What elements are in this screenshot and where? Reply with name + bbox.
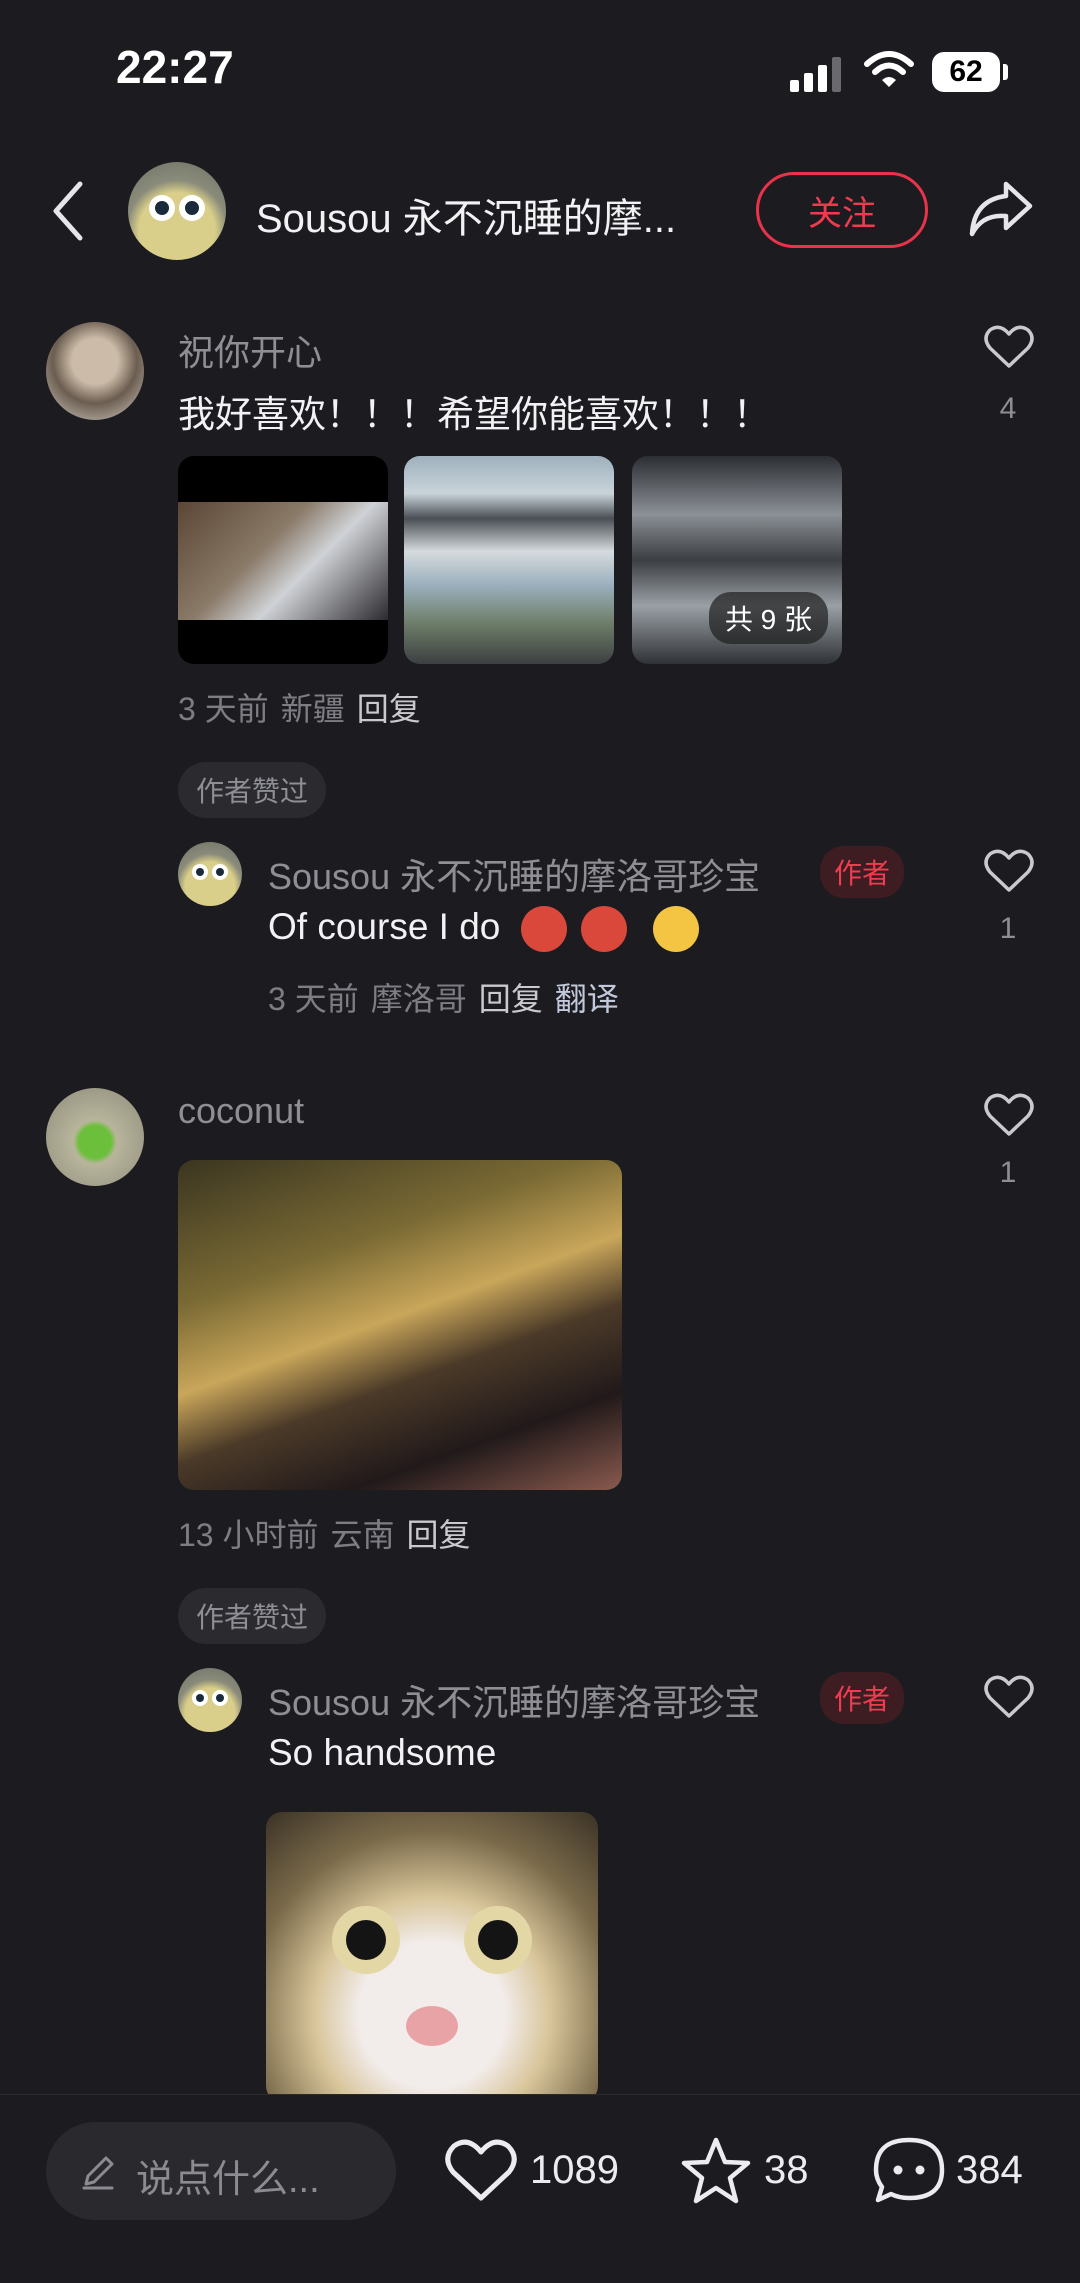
reply-time: 3 天前: [268, 981, 359, 1017]
comment-location: 云南: [330, 1517, 395, 1553]
follow-button[interactable]: 关注: [756, 172, 928, 248]
like-count: 4: [999, 392, 1017, 425]
author-avatar[interactable]: [178, 1668, 242, 1732]
like-count-total: 1089: [530, 2148, 619, 2192]
author-liked-badge: 作者赞过: [178, 762, 327, 818]
comment-time: 13 小时前: [178, 1517, 319, 1553]
comment-time: 3 天前: [178, 691, 269, 727]
heart-icon[interactable]: [984, 324, 1034, 370]
share-icon[interactable]: [968, 180, 1034, 238]
heart-icon[interactable]: [984, 848, 1034, 894]
like-count: 1: [999, 1156, 1017, 1189]
page-title: Sousou 永不沉睡的摩...: [256, 197, 677, 241]
battery-indicator: 62: [932, 52, 1000, 92]
commenter-name[interactable]: 祝你开心: [178, 324, 322, 376]
commenter-avatar[interactable]: [46, 322, 144, 420]
reply-meta: 3 天前 摩洛哥 回复 翻译: [268, 974, 619, 1020]
cellular-signal-icon: [790, 57, 841, 92]
reply-author-name[interactable]: Sousou 永不沉睡的摩洛哥珍宝: [268, 1674, 760, 1726]
reply-button[interactable]: 回复: [479, 981, 543, 1017]
status-time: 22:27: [116, 41, 234, 93]
translate-button[interactable]: 翻译: [555, 981, 619, 1017]
comment-location: 新疆: [280, 691, 345, 727]
reply-author-name[interactable]: Sousou 永不沉睡的摩洛哥珍宝: [268, 848, 760, 900]
heart-icon[interactable]: [984, 1092, 1034, 1138]
comment-bubble-icon[interactable]: [872, 2136, 946, 2206]
star-icon[interactable]: [680, 2136, 752, 2206]
comment-count: 384: [956, 2148, 1023, 2192]
comment-meta: 13 小时前 云南 回复: [178, 1510, 471, 1556]
wifi-icon: [864, 51, 914, 87]
favorite-count: 38: [764, 2148, 809, 2192]
author-avatar[interactable]: [178, 842, 242, 906]
author-liked-badge: 作者赞过: [178, 1588, 327, 1644]
author-avatar[interactable]: [128, 162, 226, 260]
reply-text: So handsome: [268, 1732, 497, 1773]
angry-face-emoji-icon: [580, 906, 627, 953]
commenter-name[interactable]: coconut: [178, 1090, 304, 1132]
reply-location: 摩洛哥: [370, 981, 467, 1017]
reply-image[interactable]: [266, 1812, 598, 2102]
commenter-avatar[interactable]: [46, 1088, 144, 1186]
reply-button[interactable]: 回复: [407, 1517, 471, 1553]
comment-image[interactable]: 共 9 张: [632, 456, 842, 664]
reply-text: Of course I do: [268, 906, 700, 953]
author-tag: 作者: [820, 1672, 905, 1724]
image-count-badge: 共 9 张: [708, 592, 828, 644]
comment-text: 我好喜欢！！！希望你能喜欢！！！: [178, 394, 770, 435]
comment-image[interactable]: [178, 456, 388, 664]
comment-input-placeholder: 说点什么...: [136, 2159, 320, 2201]
comment-image[interactable]: [404, 456, 614, 664]
back-icon[interactable]: [50, 180, 86, 242]
angry-face-emoji-icon: [520, 906, 567, 953]
battery-cap: [1003, 64, 1008, 80]
comment-image[interactable]: [178, 1160, 622, 1490]
smiling-face-emoji-icon: [653, 906, 700, 953]
like-heart-icon[interactable]: [444, 2138, 518, 2204]
comment-meta: 3 天前 新疆 回复: [178, 684, 421, 730]
reply-button[interactable]: 回复: [357, 691, 421, 727]
pencil-icon: [82, 2156, 114, 2190]
author-tag: 作者: [820, 846, 905, 898]
like-count: 1: [999, 912, 1017, 945]
heart-icon[interactable]: [984, 1674, 1034, 1720]
